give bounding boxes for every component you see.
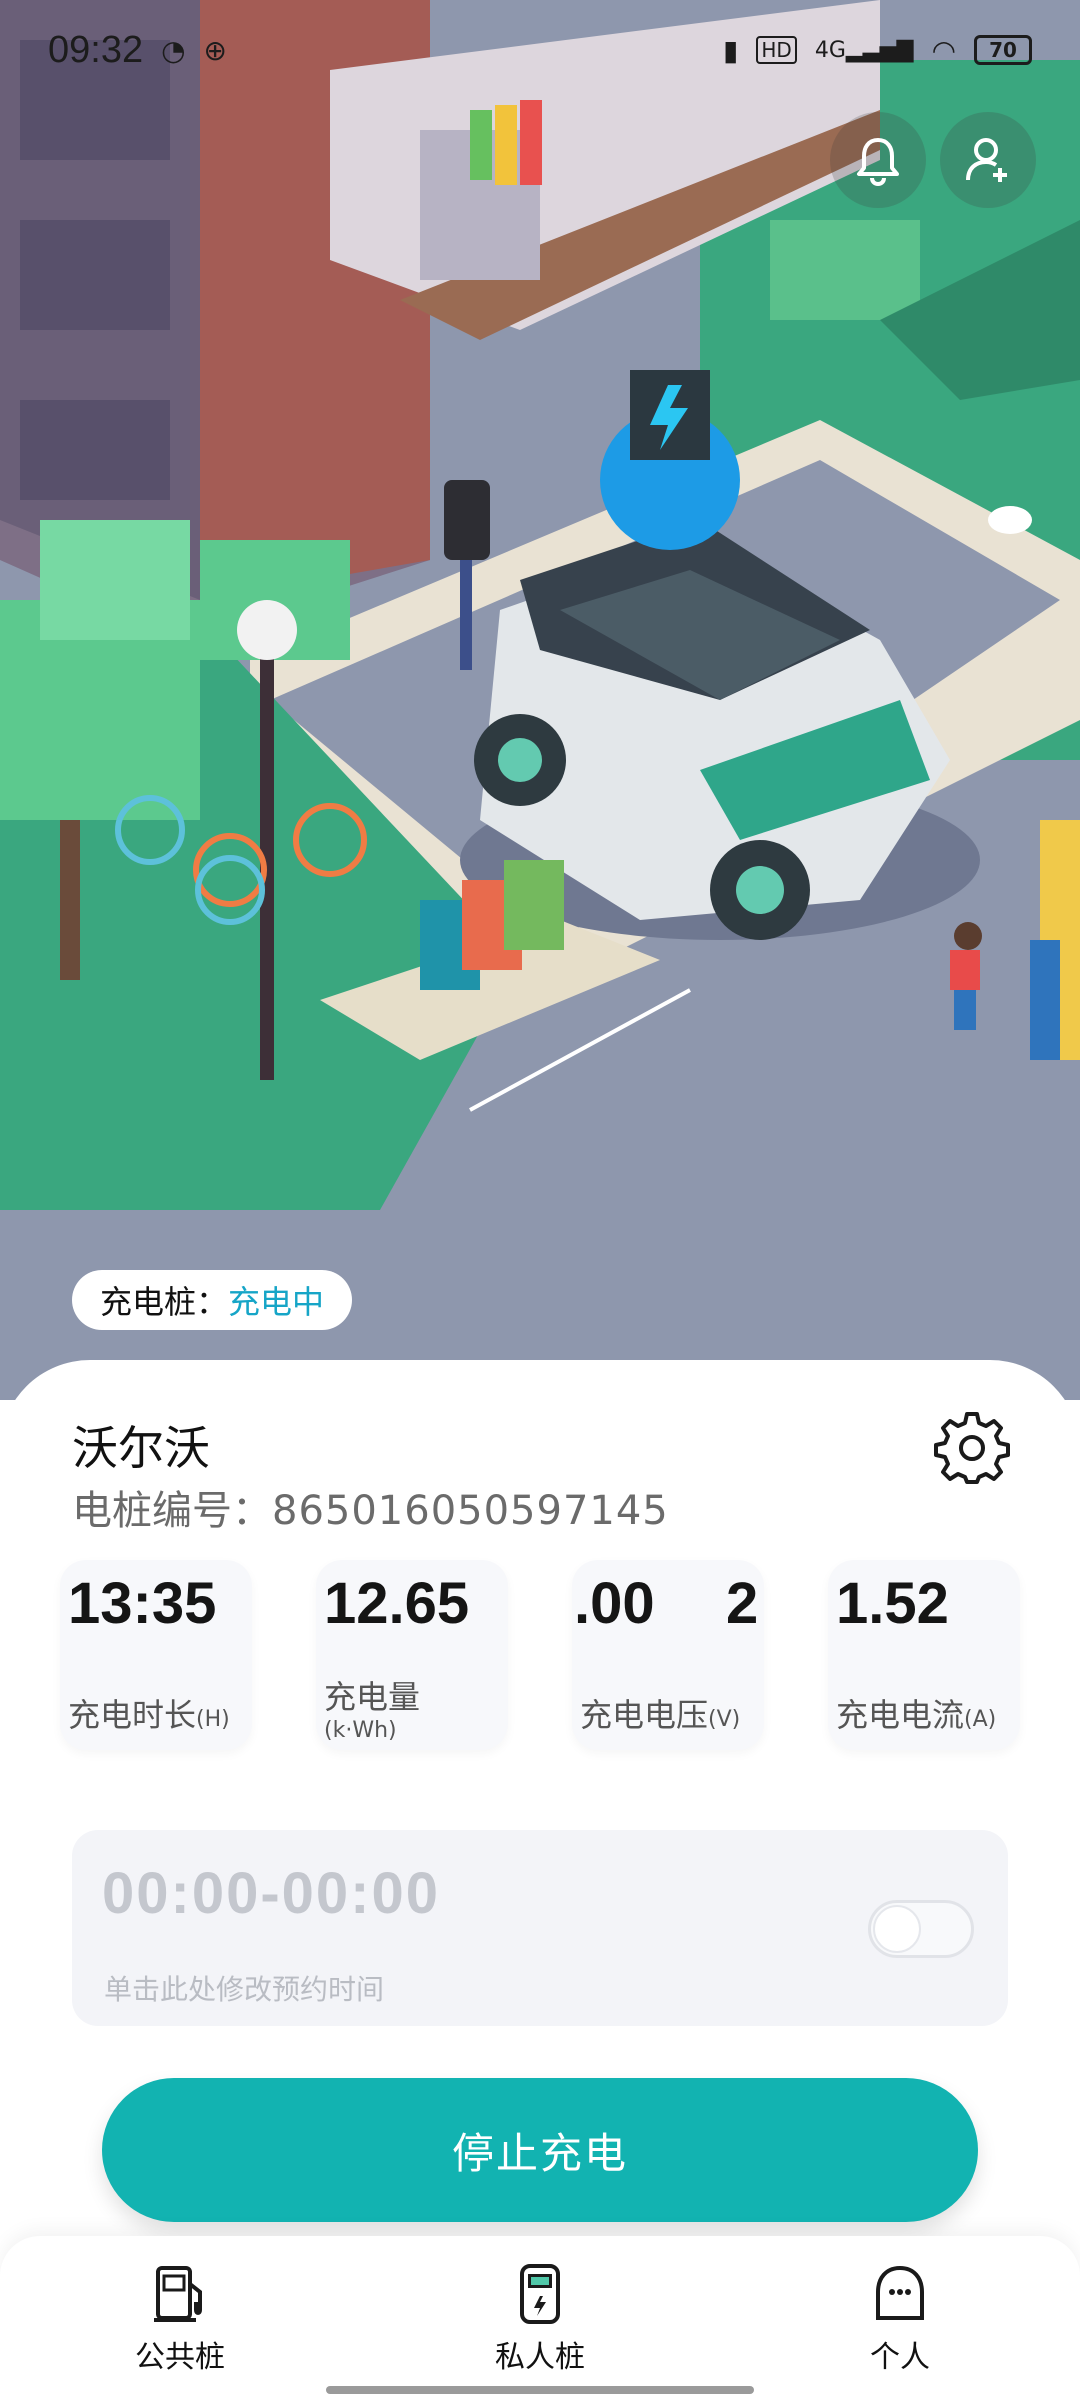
notification-button[interactable] — [830, 112, 926, 208]
nav-private-label: 私人桩 — [495, 2340, 585, 2375]
toggle-knob — [873, 1905, 921, 1953]
nav-public-label: 公共桩 — [135, 2340, 225, 2375]
device-code-label: 电桩编号： — [72, 1488, 272, 1534]
home-indicator[interactable] — [326, 2386, 754, 2394]
profile-icon — [876, 2265, 924, 2320]
stat-current-value: 1.52 — [836, 1571, 949, 1636]
stat-duration-unit: (H) — [196, 1707, 230, 1732]
charging-stats: 13:35 充电时长(H) 12.65 充电量 (k·Wh) .00 2 充电电… — [60, 1560, 1020, 1760]
hd-badge: HD — [756, 36, 797, 64]
stat-energy-label: 充电量 — [324, 1678, 421, 1716]
battery-icon: 70 — [974, 35, 1032, 65]
nav-private-charger[interactable]: 私人桩 — [440, 2262, 640, 2376]
signal-icon: 4G▂▃▅▇ — [814, 37, 914, 63]
stat-voltage-value: .00 — [574, 1571, 655, 1636]
vibrate-icon: ▮ — [722, 33, 739, 67]
stat-energy-value: 12.65 — [324, 1571, 470, 1636]
stat-duration: 13:35 充电时长(H) — [60, 1560, 252, 1750]
bell-icon — [857, 138, 899, 187]
schedule-toggle[interactable] — [868, 1900, 974, 1958]
network-label: 4G — [814, 37, 846, 63]
wifi-icon: ◠ — [931, 33, 956, 67]
hero-illustration — [0, 0, 1080, 1400]
schedule-hint: 单击此处修改预约时间 — [104, 1973, 385, 2006]
status-bar: 09:32 ◔ ⊕ ▮ HD 4G▂▃▅▇ ◠ 70 — [0, 0, 1080, 100]
stat-duration-label: 充电时长(H) — [68, 1690, 230, 1736]
stat-voltage-unit: (V) — [708, 1707, 741, 1732]
battery-level: 70 — [989, 38, 1017, 62]
settings-button[interactable] — [934, 1408, 1010, 1484]
stat-current-label: 充电电流(A) — [836, 1690, 996, 1736]
status-prefix: 充电桩： — [100, 1283, 229, 1321]
add-user-icon — [966, 138, 1007, 182]
stat-voltage-value-extra: 2 — [726, 1571, 759, 1636]
stat-duration-label-text: 充电时长 — [68, 1696, 197, 1734]
device-code-row: 电桩编号：865016050597145 — [72, 1478, 669, 1536]
alert-icon: ⊕ — [203, 33, 227, 67]
nav-public-charger[interactable]: 公共桩 — [80, 2262, 280, 2376]
status-value: 充电中 — [228, 1283, 325, 1321]
private-charger-icon — [520, 2264, 560, 2324]
wechat-icon: ◔ — [161, 33, 186, 67]
stat-current: 1.52 充电电流(A) — [828, 1560, 1020, 1750]
stop-charging-button[interactable]: 停止充电 — [102, 2078, 978, 2222]
stat-energy-unit: (k·Wh) — [324, 1718, 397, 1743]
device-name: 沃尔沃 — [72, 1421, 210, 1475]
charger-status-badge: 充电桩： 充电中 — [72, 1270, 353, 1330]
street-scene-illustration — [0, 0, 1080, 1400]
nav-profile[interactable]: 个人 — [800, 2262, 1000, 2376]
add-user-button[interactable] — [940, 112, 1036, 208]
stat-current-unit: (A) — [964, 1707, 997, 1732]
stat-voltage-label: 充电电压(V) — [580, 1690, 740, 1736]
schedule-time[interactable]: 00:00-00:00 — [102, 1860, 440, 1927]
stat-voltage: .00 2 充电电压(V) — [572, 1560, 764, 1750]
public-charger-icon — [154, 2266, 202, 2322]
bottom-nav: 公共桩 私人桩 个人 — [0, 2236, 1080, 2400]
status-time: 09:32 — [48, 28, 144, 71]
nav-profile-label: 个人 — [870, 2340, 930, 2375]
stat-current-label-text: 充电电流 — [836, 1696, 965, 1734]
stat-duration-value: 13:35 — [68, 1571, 217, 1636]
schedule-panel[interactable]: 00:00-00:00 单击此处修改预约时间 — [72, 1830, 1008, 2026]
gear-icon — [934, 1412, 1010, 1484]
device-code-value: 865016050597145 — [272, 1488, 669, 1534]
stat-energy: 12.65 充电量 (k·Wh) — [316, 1560, 508, 1750]
stat-voltage-label-text: 充电电压 — [580, 1696, 709, 1734]
